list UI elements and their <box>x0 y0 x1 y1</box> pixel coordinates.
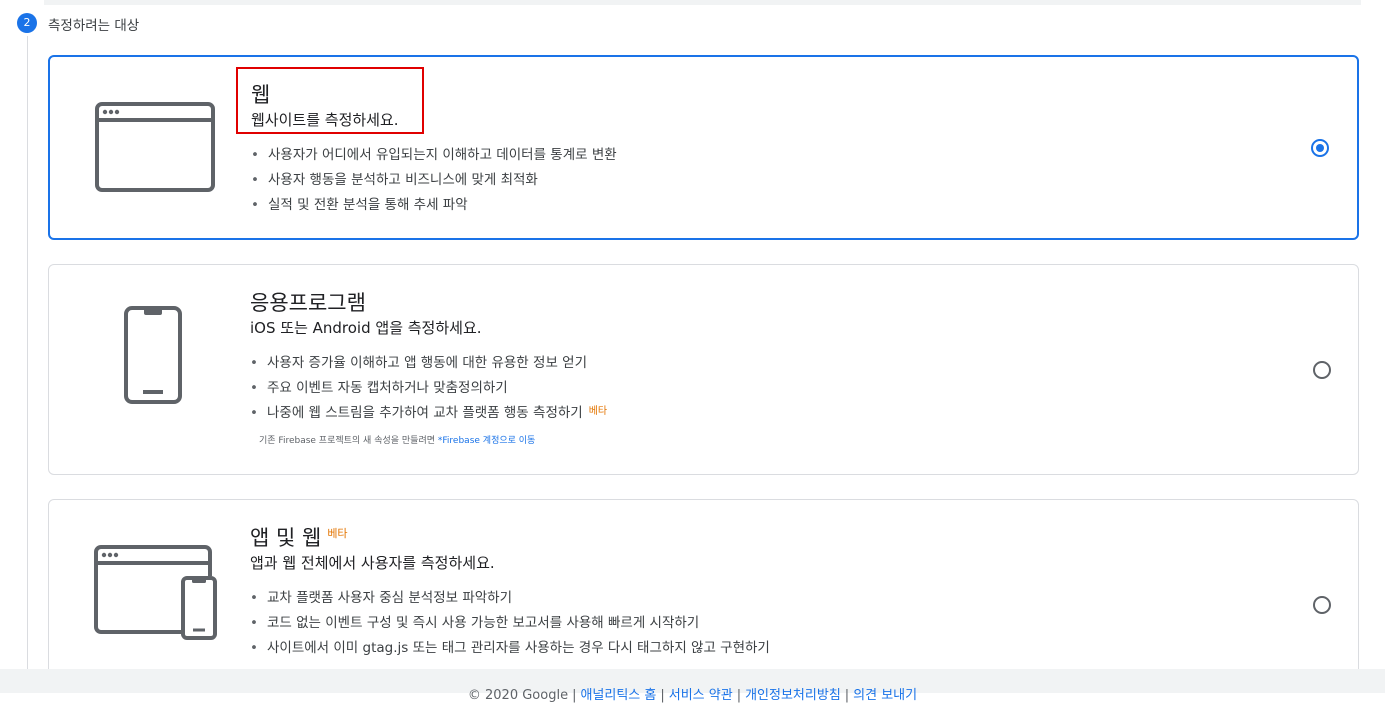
feature-list: 사용자 증가율 이해하고 앱 행동에 대한 유용한 정보 얻기 주요 이벤트 자… <box>250 351 607 426</box>
card-subtitle: 앱과 웹 전체에서 사용자를 측정하세요. <box>250 554 495 572</box>
list-item: 사이트에서 이미 gtag.js 또는 태그 관리자를 사용하는 경우 다시 태… <box>250 636 770 661</box>
card-title: 앱 및 웹 베타 <box>250 525 770 551</box>
list-item: 사용자가 어디에서 유입되는지 이해하고 데이터를 통계로 변환 <box>251 143 617 168</box>
web-radio-button[interactable] <box>1311 139 1329 157</box>
beta-badge: 베타 <box>588 406 608 417</box>
app-and-web-radio-button[interactable] <box>1313 596 1331 614</box>
step-connector-line <box>27 36 28 676</box>
list-item: 코드 없는 이벤트 구성 및 즉시 사용 가능한 보고서를 사용해 빠르게 시작… <box>250 611 770 636</box>
list-item: 교차 플랫폼 사용자 중심 분석정보 파악하기 <box>250 586 770 611</box>
option-card-app-and-web[interactable]: 앱 및 웹 베타 앱과 웹 전체에서 사용자를 측정하세요. 교차 플랫폼 사용자… <box>48 499 1359 689</box>
highlight-annotation <box>236 67 424 134</box>
feature-list: 사용자가 어디에서 유입되는지 이해하고 데이터를 통계로 변환 사용자 행동을… <box>251 143 617 218</box>
list-item: 실적 및 전환 분석을 통해 추세 파악 <box>251 193 617 218</box>
card-title-text: 앱 및 웹 <box>250 526 322 550</box>
page-footer: © 2020 Google | 애널리틱스 홈 | 서비스 약관 | 개인정보처리방침 | 의견… <box>0 669 1385 703</box>
smartphone-icon <box>124 306 182 404</box>
list-item-text: 나중에 웹 스트림을 추가하여 교차 플랫폼 행동 측정하기 <box>267 405 583 421</box>
list-item: 나중에 웹 스트림을 추가하여 교차 플랫폼 행동 측정하기 베타 <box>250 401 607 426</box>
footer-link-analytics-home[interactable]: 애널리틱스 홈 <box>580 688 656 703</box>
beta-badge: 베타 <box>327 527 348 540</box>
list-item: 사용자 증가율 이해하고 앱 행동에 대한 유용한 정보 얻기 <box>250 351 607 376</box>
step-title: 측정하려는 대상 <box>48 18 140 34</box>
footer-copyright: © 2020 Google <box>467 688 569 703</box>
firebase-account-link[interactable]: *Firebase 계정으로 이동 <box>438 436 535 446</box>
app-radio-button[interactable] <box>1313 361 1331 379</box>
footer-link-privacy[interactable]: 개인정보처리방침 <box>745 688 841 703</box>
footer-link-feedback[interactable]: 의견 보내기 <box>853 688 917 703</box>
list-item: 사용자 행동을 분석하고 비즈니스에 맞게 최적화 <box>251 168 617 193</box>
card-subtitle: iOS 또는 Android 앱을 측정하세요. <box>250 319 482 337</box>
footer-link-terms[interactable]: 서비스 약관 <box>669 688 733 703</box>
firebase-note: 기존 Firebase 프로젝트의 새 속성을 만들려면 *Firebase 계… <box>250 433 607 446</box>
app-and-web-icon <box>94 545 217 640</box>
previous-step-strip <box>44 0 1361 5</box>
firebase-note-text: 기존 Firebase 프로젝트의 새 속성을 만들려면 <box>259 436 436 446</box>
step-number-badge: 2 <box>17 13 37 33</box>
feature-list: 교차 플랫폼 사용자 중심 분석정보 파악하기 코드 없는 이벤트 구성 및 즉… <box>250 586 770 661</box>
option-card-app[interactable]: 응용프로그램 iOS 또는 Android 앱을 측정하세요. 사용자 증가율 … <box>48 264 1359 475</box>
card-title: 응용프로그램 <box>250 291 366 315</box>
list-item: 주요 이벤트 자동 캡처하거나 맞춤정의하기 <box>250 376 607 401</box>
browser-window-icon <box>95 102 215 192</box>
